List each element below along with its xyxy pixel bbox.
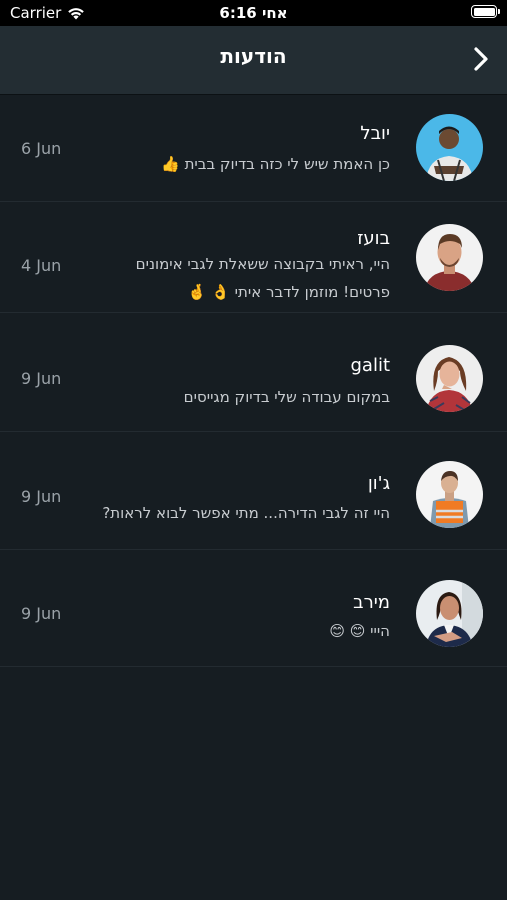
message-date: 9 Jun xyxy=(21,487,62,506)
avatar xyxy=(416,580,483,647)
conversation-row[interactable]: יובל כן האמת שיש לי כזה בדיוק בבית 👍 6 J… xyxy=(0,95,507,202)
contact-name: מירב xyxy=(353,592,390,613)
conversation-row[interactable]: galit במקום עבודה שלי בדיוק מגייסים 9 Ju… xyxy=(0,313,507,432)
contact-name: ג'ון xyxy=(367,473,390,494)
page-title: הודעות xyxy=(220,44,287,68)
avatar xyxy=(416,224,483,291)
message-preview: במקום עבודה שלי בדיוק מגייסים xyxy=(183,388,390,406)
message-date: 4 Jun xyxy=(21,256,62,275)
conversation-row[interactable]: ג'ון היי זה לגבי הדירה... מתי אפשר לבוא … xyxy=(0,432,507,550)
contact-name: בועז xyxy=(357,228,390,249)
status-bar: Carrier 6:16 אחי xyxy=(0,0,507,26)
avatar xyxy=(416,461,483,528)
contact-name: יובל xyxy=(360,123,390,144)
status-time: 6:16 אחי xyxy=(219,4,288,22)
conversation-row[interactable]: בועז היי, ראיתי בקבוצה ששאלת לגבי אימוני… xyxy=(0,202,507,313)
message-preview-line-1: היי, ראיתי בקבוצה ששאלת לגבי אימונים xyxy=(135,255,390,273)
message-preview: כן האמת שיש לי כזה בדיוק בבית 👍 xyxy=(161,155,390,173)
avatar xyxy=(416,345,483,412)
back-chevron-icon[interactable] xyxy=(467,44,493,74)
message-preview: הייי 😊 😊 xyxy=(329,622,390,640)
message-date: 9 Jun xyxy=(21,604,62,623)
avatar xyxy=(416,114,483,181)
message-date: 9 Jun xyxy=(21,369,62,388)
navigation-bar: הודעות xyxy=(0,26,507,95)
battery-icon xyxy=(471,5,500,18)
conversation-list: יובל כן האמת שיש לי כזה בדיוק בבית 👍 6 J… xyxy=(0,95,507,667)
conversation-row[interactable]: מירב הייי 😊 😊 9 Jun xyxy=(0,550,507,667)
message-preview-line-2: פרטים! מוזמן לדבר איתי 👌 🤞 xyxy=(187,283,390,301)
message-date: 6 Jun xyxy=(21,139,62,158)
contact-name: galit xyxy=(350,355,390,376)
message-preview: היי זה לגבי הדירה... מתי אפשר לבוא לראות… xyxy=(102,504,390,522)
